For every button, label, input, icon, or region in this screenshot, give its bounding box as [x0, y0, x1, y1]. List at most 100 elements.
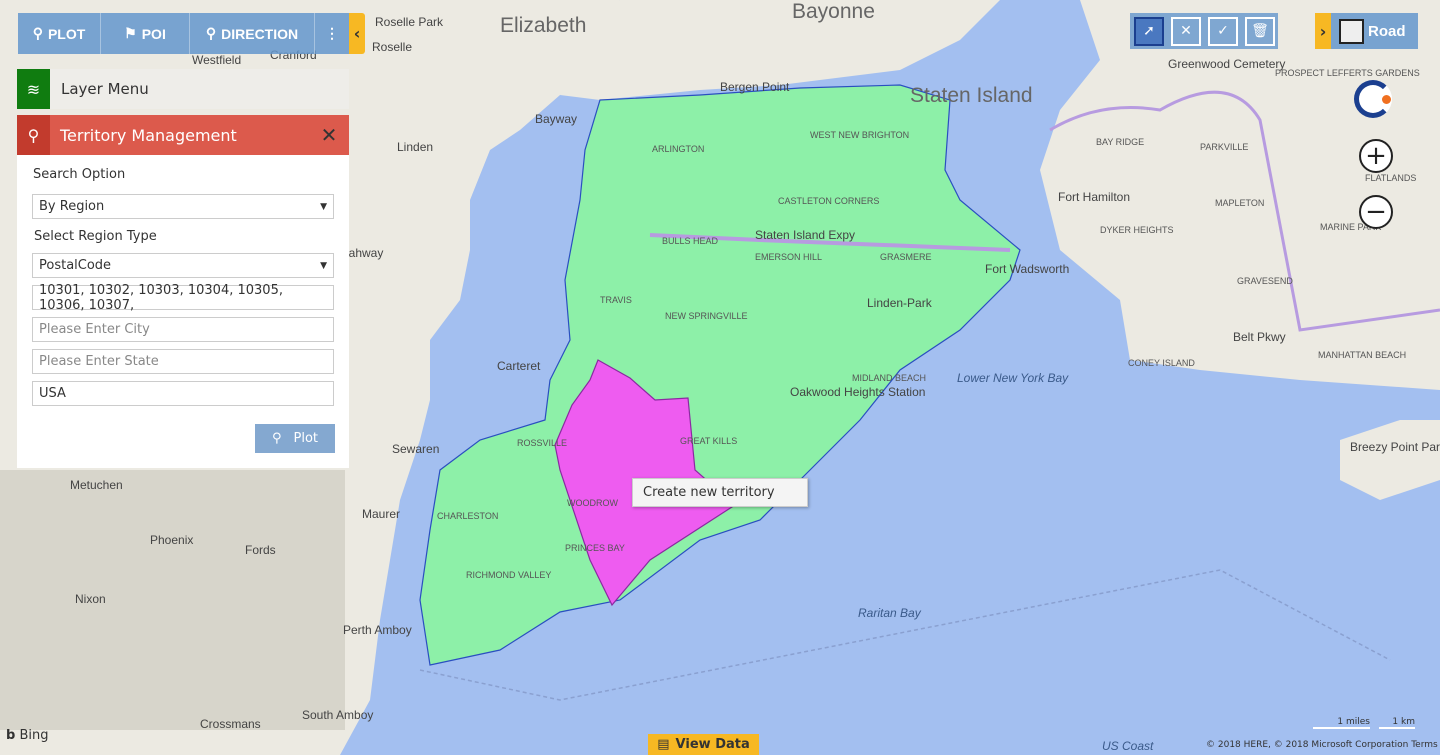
map-label: WEST NEW BRIGHTON — [810, 130, 910, 140]
map-label: DYKER HEIGHTS — [1100, 225, 1174, 235]
map-label: GREAT KILLS — [680, 436, 738, 446]
map-label: GRASMERE — [880, 252, 932, 262]
map-label: BAY RIDGE — [1096, 137, 1145, 147]
more-button[interactable]: ⋮ — [315, 13, 349, 54]
confirm-selection-icon[interactable]: ✓ — [1208, 16, 1238, 46]
map-label: PARKVILLE — [1200, 142, 1249, 152]
clear-selection-icon[interactable]: ✕ — [1171, 16, 1201, 46]
context-menu-item-label: Create new territory — [643, 485, 775, 500]
map-label: MAPLETON — [1215, 198, 1265, 208]
map-label: Linden-Park — [867, 296, 932, 310]
poi-tab[interactable]: ⚑ POI — [101, 13, 190, 54]
map-label: MIDLAND BEACH — [852, 373, 927, 383]
plus-icon: + — [1365, 141, 1387, 171]
map-label: Linden — [397, 140, 434, 154]
map-label: Staten Island — [910, 84, 1033, 107]
direction-label: DIRECTION — [221, 25, 299, 42]
map-label: TRAVIS — [600, 295, 632, 305]
copyright[interactable]: © 2018 HERE, © 2018 Microsoft Corporatio… — [1206, 740, 1438, 750]
map-label: Bayway — [535, 112, 578, 126]
map-label: CASTLETON CORNERS — [778, 196, 880, 206]
pin-icon: ⚲ — [32, 25, 43, 41]
city-input[interactable]: Please Enter City — [32, 317, 334, 342]
map-label: Phoenix — [150, 533, 194, 547]
plot-tab[interactable]: ⚲ PLOT — [18, 13, 101, 54]
bing-label: Bing — [19, 728, 49, 743]
map-label: EMERSON HILL — [755, 252, 823, 262]
scale-miles-label: 1 miles — [1337, 717, 1370, 727]
map-tools: ➚ ✕ ✓ 🗑 — [1130, 13, 1278, 49]
map-label: GRAVESEND — [1237, 276, 1293, 286]
layers-icon: ≋ — [17, 69, 50, 109]
map-label: Lower New York Bay — [957, 371, 1069, 385]
map-label: PRINCES BAY — [565, 543, 625, 553]
map-label: Crossmans — [200, 717, 261, 731]
map-label: Elizabeth — [500, 14, 587, 37]
map-label: MANHATTAN BEACH — [1318, 350, 1407, 360]
zoom-out-button[interactable]: − — [1359, 195, 1393, 229]
search-option-label: Search Option — [33, 167, 126, 182]
scale-km-label: 1 km — [1392, 717, 1415, 727]
map-label: CONEY ISLAND — [1128, 358, 1195, 368]
map-label: FLATLANDS — [1365, 173, 1417, 183]
region-type-select[interactable]: PostalCode ▼ — [32, 253, 334, 278]
location-pin-icon: ⚲ — [17, 115, 50, 155]
map-label: Staten Island Expy — [755, 228, 856, 242]
bing-logo: b Bing — [6, 728, 49, 743]
map-label: CHARLESTON — [437, 511, 499, 521]
collapse-toolbar-button[interactable]: ‹ — [349, 13, 365, 54]
map-label: Roselle — [372, 40, 413, 54]
region-type-value: PostalCode — [39, 258, 112, 273]
search-option-value: By Region — [39, 199, 105, 214]
map-label: NEW SPRINGVILLE — [665, 311, 748, 321]
table-icon: ▤ — [657, 737, 670, 752]
postal-codes-value: 10301, 10302, 10303, 10304, 10305, 10306… — [39, 282, 283, 313]
map-label: Fort Wadsworth — [985, 262, 1070, 276]
state-placeholder: Please Enter State — [39, 354, 159, 369]
scale-km: 1 km — [1379, 717, 1415, 729]
close-icon[interactable]: ✕ — [309, 123, 349, 147]
plot-button-label: Plot — [293, 431, 319, 446]
country-input[interactable]: USA — [32, 381, 334, 406]
map-label: US Coast — [1102, 739, 1154, 753]
trash-icon[interactable]: 🗑 — [1245, 16, 1275, 46]
map-label: ARLINGTON — [652, 144, 705, 154]
minus-icon: − — [1365, 197, 1387, 227]
state-input[interactable]: Please Enter State — [32, 349, 334, 374]
aerial-shade — [0, 470, 345, 730]
zoom-in-button[interactable]: + — [1359, 139, 1393, 173]
context-menu-create-territory[interactable]: Create new territory — [632, 478, 808, 507]
layer-menu-label: Layer Menu — [61, 80, 149, 98]
view-data-label: View Data — [675, 737, 750, 752]
plot-button[interactable]: ⚲ Plot — [255, 424, 335, 453]
layer-menu[interactable]: ≋ Layer Menu — [17, 69, 349, 109]
globe-logo-icon — [1354, 80, 1392, 118]
map-label: South Amboy — [302, 708, 374, 722]
view-data-button[interactable]: ▤ View Data — [648, 734, 759, 755]
chevron-right-icon: › — [1315, 13, 1331, 49]
chevron-left-icon: ‹ — [353, 24, 361, 43]
map-label: Perth Amboy — [343, 623, 412, 637]
map-label: BULLS HEAD — [662, 236, 719, 246]
map-label: Raritan Bay — [858, 606, 921, 620]
country-value: USA — [39, 386, 66, 401]
select-pointer-icon[interactable]: ➚ — [1134, 16, 1164, 46]
territory-management-panel: ⚲ Territory Management ✕ Search Option B… — [17, 115, 349, 468]
scale-miles: 1 miles — [1313, 717, 1370, 729]
dropdown-arrow-icon: ▼ — [320, 260, 327, 271]
route-icon: ⚲ — [205, 25, 217, 41]
map-label: Nixon — [75, 592, 106, 606]
map-label: PROSPECT LEFFERTS GARDENS — [1275, 68, 1420, 78]
road-map-thumbnail-icon — [1339, 18, 1364, 44]
map-label: Greenwood Cemetery — [1168, 57, 1286, 71]
panel-title: Territory Management — [60, 125, 237, 145]
dropdown-arrow-icon: ▼ — [320, 201, 327, 212]
map-label: Maurer — [362, 507, 401, 521]
search-option-select[interactable]: By Region ▼ — [32, 194, 334, 219]
postal-codes-input[interactable]: 10301, 10302, 10303, 10304, 10305, 10306… — [32, 282, 334, 313]
direction-tab[interactable]: ⚲ DIRECTION — [190, 13, 315, 54]
map-label: Belt Pkwy — [1233, 330, 1286, 344]
map-label: Bergen Point — [720, 80, 790, 94]
map-label: RICHMOND VALLEY — [466, 570, 552, 580]
map-type-button[interactable]: › Road — [1315, 13, 1418, 49]
